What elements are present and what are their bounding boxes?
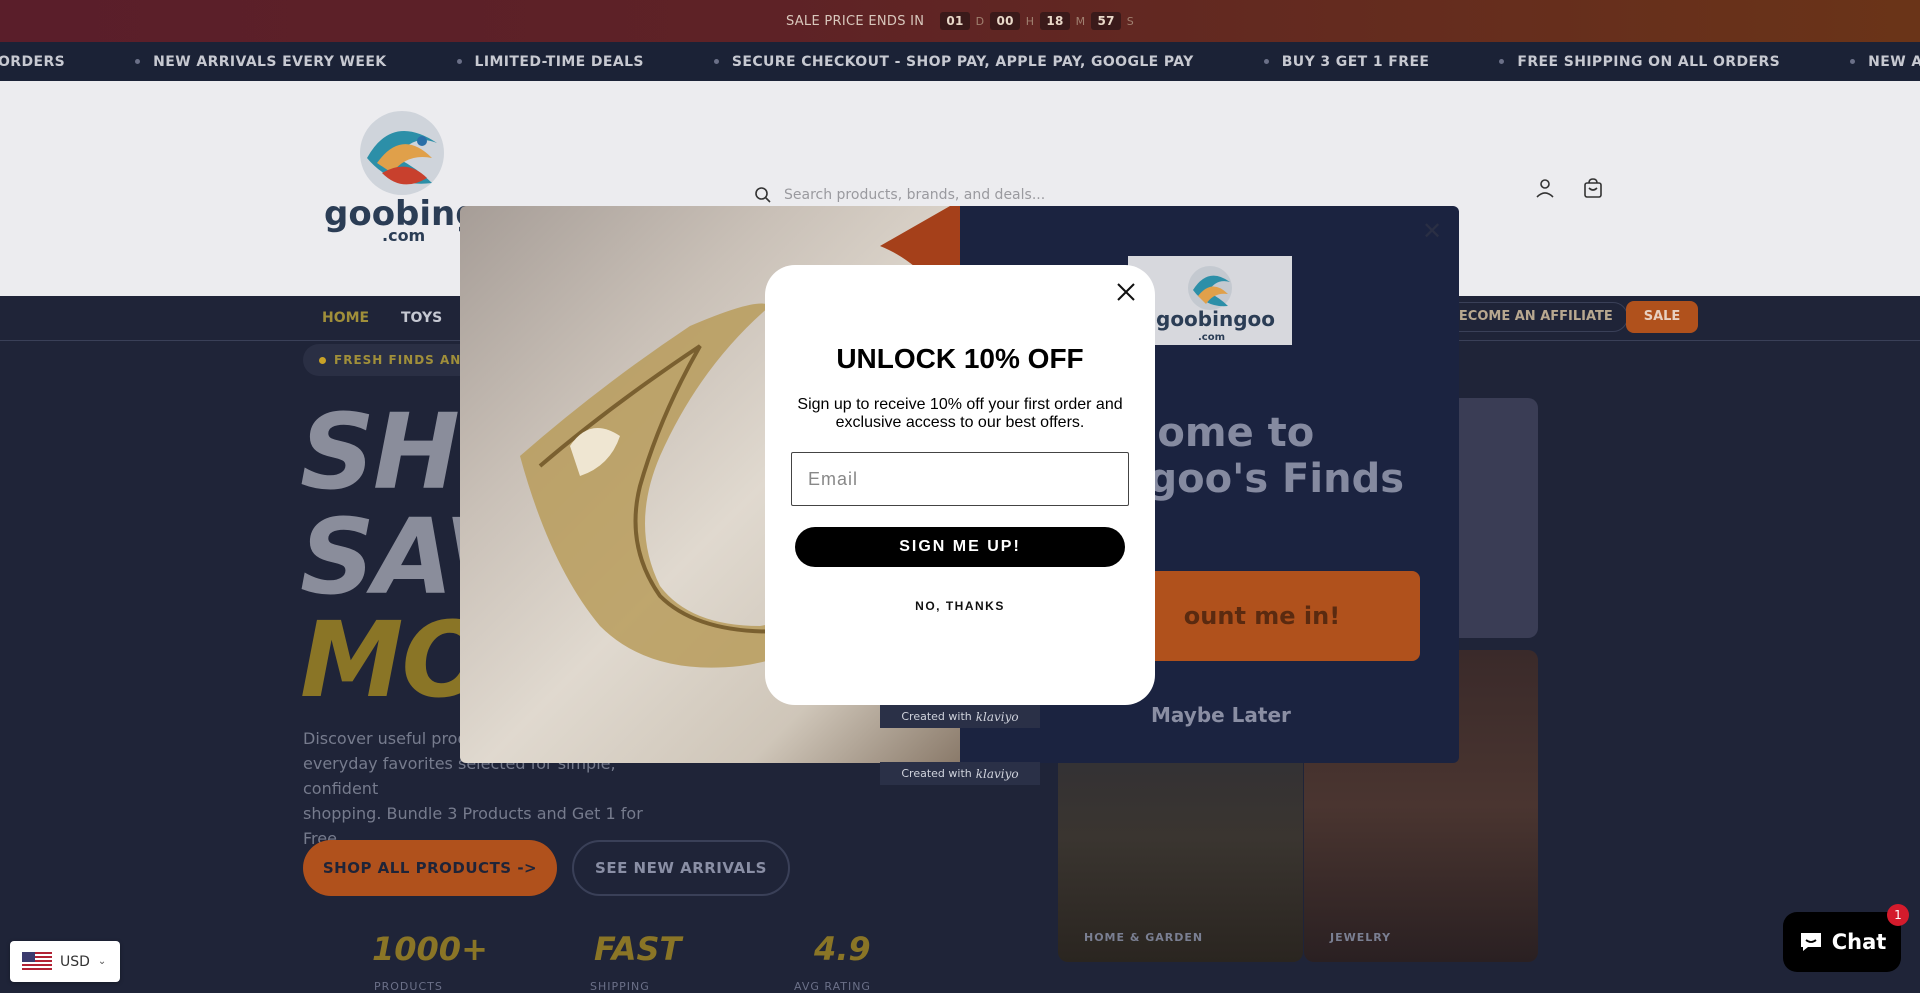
countdown-minutes-unit: M	[1075, 14, 1086, 28]
stat-shipping-value: FAST	[594, 930, 682, 968]
currency-selector[interactable]: USD ⌄	[10, 941, 120, 982]
chat-bubble-icon	[1800, 933, 1821, 951]
sale-countdown-bar: SALE PRICE ENDS IN 01 D 00 H 18 M 57 S	[0, 0, 1920, 42]
discount-popup: UNLOCK 10% OFF Sign up to receive 10% of…	[765, 265, 1155, 705]
countdown-days: 01	[940, 12, 970, 30]
chat-unread-badge: 1	[1887, 904, 1909, 926]
marquee-item: NEW ARRIVALS EVERY WEEK	[135, 54, 386, 70]
svg-text:.com: .com	[1198, 332, 1225, 343]
stat-products-value: 1000+	[372, 930, 488, 968]
maybe-later-button[interactable]: Maybe Later	[1151, 703, 1291, 727]
popup-title: UNLOCK 10% OFF	[836, 343, 1084, 374]
klaviyo-badge: Created with klaviyo	[880, 762, 1040, 785]
welcome-title: lcome to ngoo's Finds	[1120, 410, 1405, 502]
email-field[interactable]	[791, 452, 1129, 506]
countdown-seconds-unit: S	[1126, 14, 1135, 28]
chat-label: Chat	[1831, 930, 1887, 954]
klaviyo-badge: Created with klaviyo	[880, 705, 1040, 728]
countdown-seconds: 57	[1091, 12, 1121, 30]
welcome-modal-close-icon[interactable]: ✕	[1422, 217, 1442, 245]
countdown-timer: 01 D 00 H 18 M 57 S	[940, 12, 1134, 30]
popup-subtitle: Sign up to receive 10% off your first or…	[797, 396, 1123, 431]
nav-item-home[interactable]: HOME	[322, 310, 369, 326]
pill-dot-icon	[319, 356, 326, 364]
currency-code: USD	[60, 953, 90, 970]
announcement-marquee: ORDERS NEW ARRIVALS EVERY WEEK LIMITED-T…	[0, 42, 1920, 81]
marquee-item: ORDERS	[0, 53, 66, 70]
marquee-item: SECURE CHECKOUT - SHOP PAY, APPLE PAY, G…	[713, 54, 1194, 70]
chevron-down-icon: ⌄	[97, 956, 107, 967]
cart-icon[interactable]	[1582, 177, 1604, 199]
countdown-minutes: 18	[1040, 12, 1070, 30]
svg-text:.com: .com	[382, 226, 425, 243]
site-logo[interactable]: goobingoo .com	[322, 103, 526, 245]
sale-countdown-label: SALE PRICE ENDS IN	[785, 13, 925, 29]
no-thanks-button[interactable]: NO, THANKS	[765, 599, 1155, 613]
chat-button[interactable]: Chat 1	[1783, 904, 1909, 972]
marquee-item: LIMITED-TIME DEALS	[456, 54, 644, 70]
category-tile-label: JEWELRY	[1330, 931, 1392, 944]
new-arrivals-button[interactable]: SEE NEW ARRIVALS	[572, 840, 790, 896]
close-icon[interactable]	[1113, 279, 1139, 305]
category-tile-label: HOME & GARDEN	[1084, 931, 1204, 944]
sign-up-button[interactable]: SIGN ME UP!	[795, 527, 1125, 567]
sale-link[interactable]: SALE	[1626, 301, 1698, 333]
marquee-item: BUY 3 GET 1 FREE	[1263, 54, 1430, 70]
shop-all-button[interactable]: SHOP ALL PRODUCTS ->	[303, 840, 557, 896]
marquee-item: FREE SHIPPING ON ALL ORDERS	[1499, 54, 1780, 70]
us-flag-icon	[22, 951, 52, 972]
search-input[interactable]: Search products, brands, and deals...	[784, 187, 1045, 203]
nav-item-toys[interactable]: TOYS	[401, 310, 442, 326]
svg-text:goobingoo: goobingoo	[1156, 307, 1275, 331]
stat-shipping-label: SHIPPING	[590, 980, 650, 993]
stat-products-label: PRODUCTS	[374, 980, 443, 993]
stat-rating-value: 4.9	[814, 930, 871, 968]
countdown-hours: 00	[990, 12, 1020, 30]
search-icon	[755, 187, 771, 203]
stat-rating-label: AVG RATING	[794, 980, 871, 993]
countdown-days-unit: D	[975, 14, 985, 28]
account-icon[interactable]	[1534, 177, 1556, 199]
marquee-item: NEW ARRIVALS EVERY WEEK	[1850, 54, 1920, 70]
countdown-hours-unit: H	[1025, 14, 1035, 28]
affiliate-link[interactable]: BECOME AN AFFILIATE	[1434, 302, 1628, 332]
